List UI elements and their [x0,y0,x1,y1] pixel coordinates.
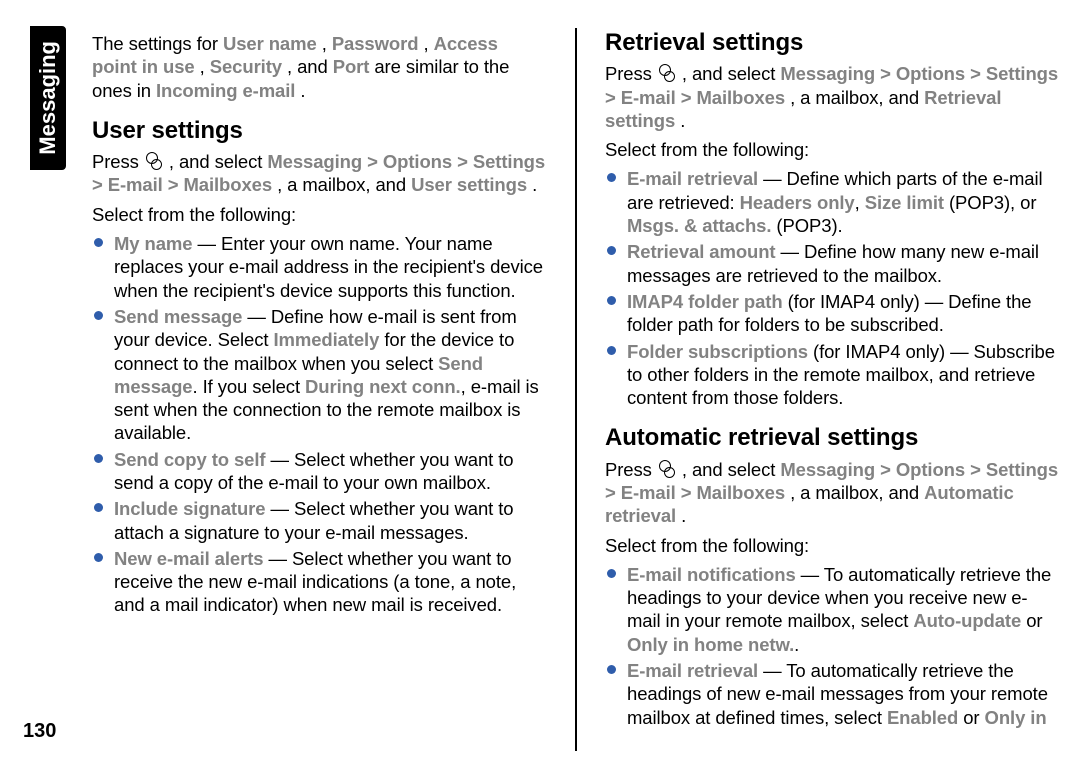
list-item: IMAP4 folder path (for IMAP4 only) — Def… [605,290,1060,337]
section-tab: Messaging [30,26,66,170]
menu-key-icon [659,64,675,82]
setting-label: Folder subscriptions [627,341,808,362]
section-tab-label: Messaging [35,41,61,155]
list-item: Send copy to self — Select whether you w… [92,448,547,495]
setting-label: E-mail notifications [627,564,796,585]
right-column: Retrieval settings Press , and select Me… [605,28,1060,751]
automatic-retrieval-list: E-mail notifications — To automatically … [605,563,1060,729]
manual-page: Messaging 130 The settings for User name… [0,0,1080,779]
page-number: 130 [23,720,56,743]
left-column: The settings for User name , Password , … [92,28,547,751]
select-from-text: Select from the following: [605,534,1060,557]
select-from-text: Select from the following: [92,203,547,226]
nav-retrieval-settings: Press , and select Messaging > Options >… [605,62,1060,132]
intro-paragraph: The settings for User name , Password , … [92,32,547,102]
heading-user-settings: User settings [92,116,547,146]
ref-security: Security [210,56,282,77]
setting-label: My name [114,233,192,254]
user-settings-list: My name — Enter your own name. Your name… [92,232,547,617]
menu-key-icon [146,152,162,170]
setting-label: New e-mail alerts [114,548,263,569]
ref-incoming-email: Incoming e-mail [156,80,295,101]
list-item: E-mail retrieval — Define which parts of… [605,167,1060,237]
ref-port: Port [333,56,370,77]
list-item: Send message — Define how e-mail is sent… [92,305,547,445]
list-item: Retrieval amount — Define how many new e… [605,240,1060,287]
nav-user-settings: Press , and select Messaging > Options >… [92,150,547,197]
list-item: New e-mail alerts — Select whether you w… [92,547,547,617]
list-item: My name — Enter your own name. Your name… [92,232,547,302]
content-columns: The settings for User name , Password , … [92,28,1060,751]
menu-key-icon [659,460,675,478]
list-item: Folder subscriptions (for IMAP4 only) — … [605,340,1060,410]
setting-label: Include signature [114,498,265,519]
heading-retrieval-settings: Retrieval settings [605,28,1060,58]
list-item: Include signature — Select whether you w… [92,497,547,544]
heading-automatic-retrieval: Automatic retrieval settings [605,423,1060,453]
setting-label: Send copy to self [114,449,265,470]
nav-automatic-retrieval: Press , and select Messaging > Options >… [605,458,1060,528]
retrieval-settings-list: E-mail retrieval — Define which parts of… [605,167,1060,409]
column-divider [575,28,577,751]
setting-label: E-mail retrieval [627,168,758,189]
setting-label: IMAP4 folder path [627,291,783,312]
list-item: E-mail notifications — To automatically … [605,563,1060,656]
ref-user-name: User name [223,33,317,54]
setting-label: Retrieval amount [627,241,776,262]
setting-label: E-mail retrieval [627,660,758,681]
setting-label: Send message [114,306,242,327]
list-item: E-mail retrieval — To automatically retr… [605,659,1060,729]
ref-password: Password [332,33,419,54]
select-from-text: Select from the following: [605,138,1060,161]
